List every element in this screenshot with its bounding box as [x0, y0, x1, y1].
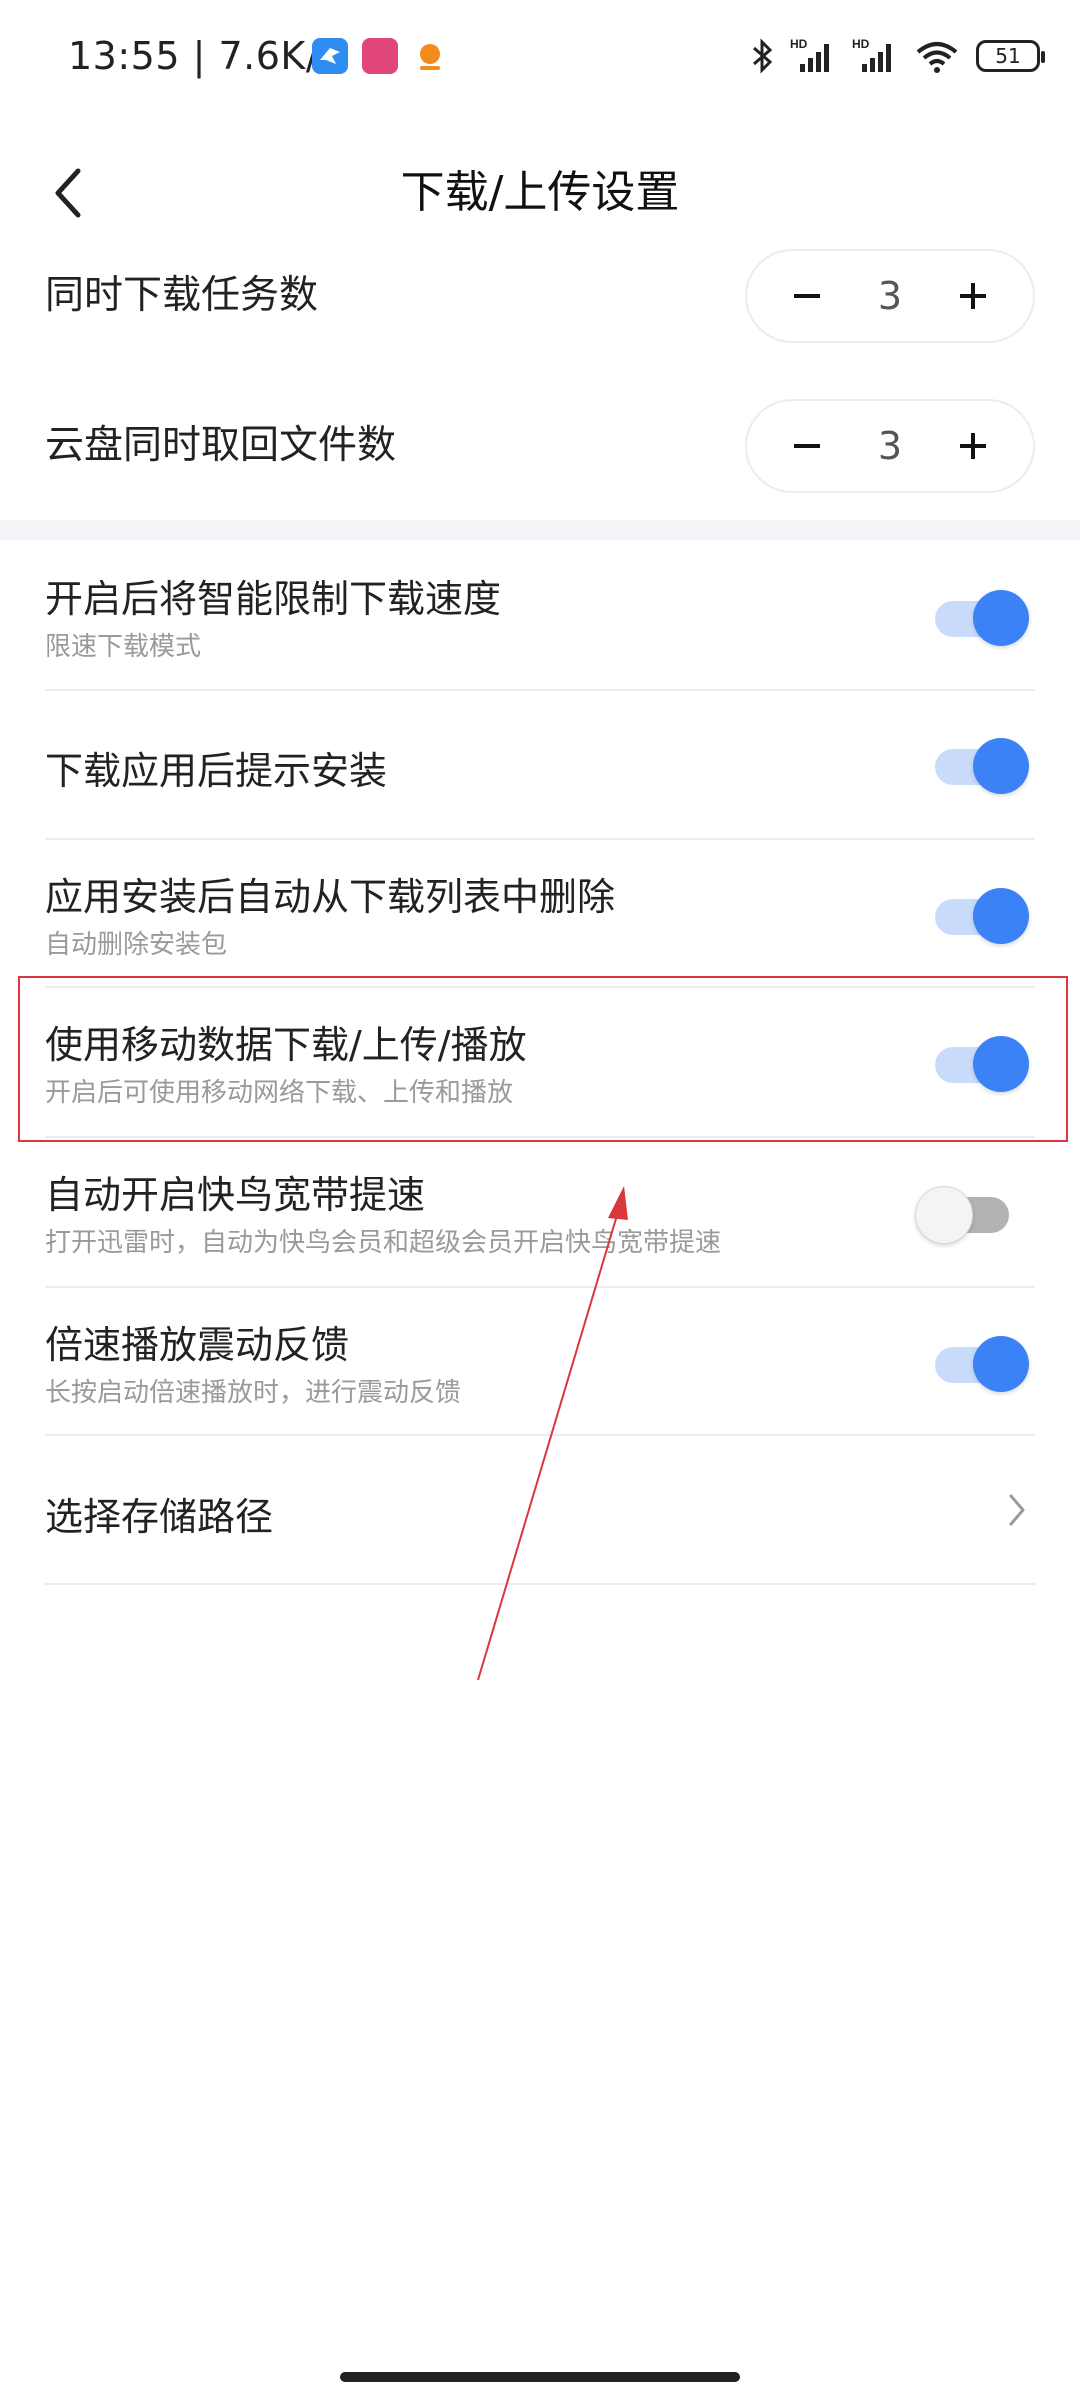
svg-text:HD: HD: [790, 37, 808, 51]
storage-path-row[interactable]: 选择存储路径: [45, 1436, 1035, 1584]
speed-limit-toggle[interactable]: [935, 586, 1029, 646]
status-time: 13:55 | 7.6K/s: [68, 34, 340, 78]
broadband-boost-row[interactable]: 自动开启快鸟宽带提速 打开迅雷时，自动为快鸟会员和超级会员开启快鸟宽带提速: [45, 1138, 1035, 1286]
setting-title: 自动开启快鸟宽带提速: [45, 1173, 426, 1217]
divider: [45, 1583, 1035, 1585]
setting-title: 倍速播放震动反馈: [45, 1323, 350, 1367]
setting-subtitle: 限速下载模式: [45, 632, 202, 662]
setting-title: 下载应用后提示安装: [45, 749, 388, 793]
plus-icon: [960, 283, 986, 309]
battery-level: 51: [995, 44, 1021, 68]
install-prompt-toggle[interactable]: [935, 734, 1029, 794]
setting-subtitle: 自动删除安装包: [45, 930, 228, 960]
speed-limit-row[interactable]: 开启后将智能限制下载速度 限速下载模式: [45, 540, 1035, 690]
setting-title: 选择存储路径: [45, 1495, 274, 1539]
chevron-right-icon: [1009, 1494, 1025, 1526]
plus-icon: [960, 433, 986, 459]
status-bar: 13:55 | 7.6K/s HD HD 51: [0, 0, 1080, 118]
wifi-icon: [916, 42, 958, 73]
cloud-retrieve-row: 云盘同时取回文件数 3: [0, 372, 1080, 520]
app-orange-icon: [412, 38, 448, 74]
concurrent-downloads-row: 同时下载任务数 3: [0, 222, 1080, 370]
setting-subtitle: 长按启动倍速播放时，进行震动反馈: [45, 1378, 462, 1408]
setting-title: 应用安装后自动从下载列表中删除: [45, 875, 616, 919]
auto-delete-row[interactable]: 应用安装后自动从下载列表中删除 自动删除安装包: [45, 840, 1035, 988]
vibration-feedback-row[interactable]: 倍速播放震动反馈 长按启动倍速播放时，进行震动反馈: [45, 1288, 1035, 1436]
app-bird-icon: [312, 38, 348, 74]
app-store-icon: [362, 38, 398, 74]
vibration-feedback-toggle[interactable]: [935, 1332, 1029, 1392]
broadband-boost-toggle[interactable]: [915, 1182, 1009, 1244]
increment-button[interactable]: [928, 401, 1018, 491]
concurrent-downloads-label: 同时下载任务数: [45, 273, 319, 318]
setting-subtitle: 打开迅雷时，自动为快鸟会员和超级会员开启快鸟宽带提速: [45, 1228, 722, 1258]
section-separator: [0, 520, 1080, 540]
status-right-icons: HD HD 51: [750, 36, 1045, 76]
battery-icon: 51: [976, 40, 1045, 72]
cloud-retrieve-label: 云盘同时取回文件数: [45, 423, 397, 468]
setting-title: 开启后将智能限制下载速度: [45, 577, 502, 621]
install-prompt-row[interactable]: 下载应用后提示安装: [45, 690, 1035, 838]
signal-hd-icon: HD: [790, 37, 829, 72]
chevron-left-icon: [55, 168, 81, 218]
home-indicator[interactable]: [340, 2372, 740, 2382]
increment-button[interactable]: [928, 251, 1018, 341]
cloud-retrieve-stepper: 3: [745, 399, 1035, 493]
auto-delete-toggle[interactable]: [935, 884, 1029, 944]
highlight-box: [18, 976, 1068, 1142]
bluetooth-icon: [753, 38, 773, 74]
svg-text:HD: HD: [852, 37, 870, 51]
status-app-icons: [312, 38, 448, 74]
signal-hd-icon: HD: [852, 37, 891, 72]
concurrent-downloads-stepper: 3: [745, 249, 1035, 343]
